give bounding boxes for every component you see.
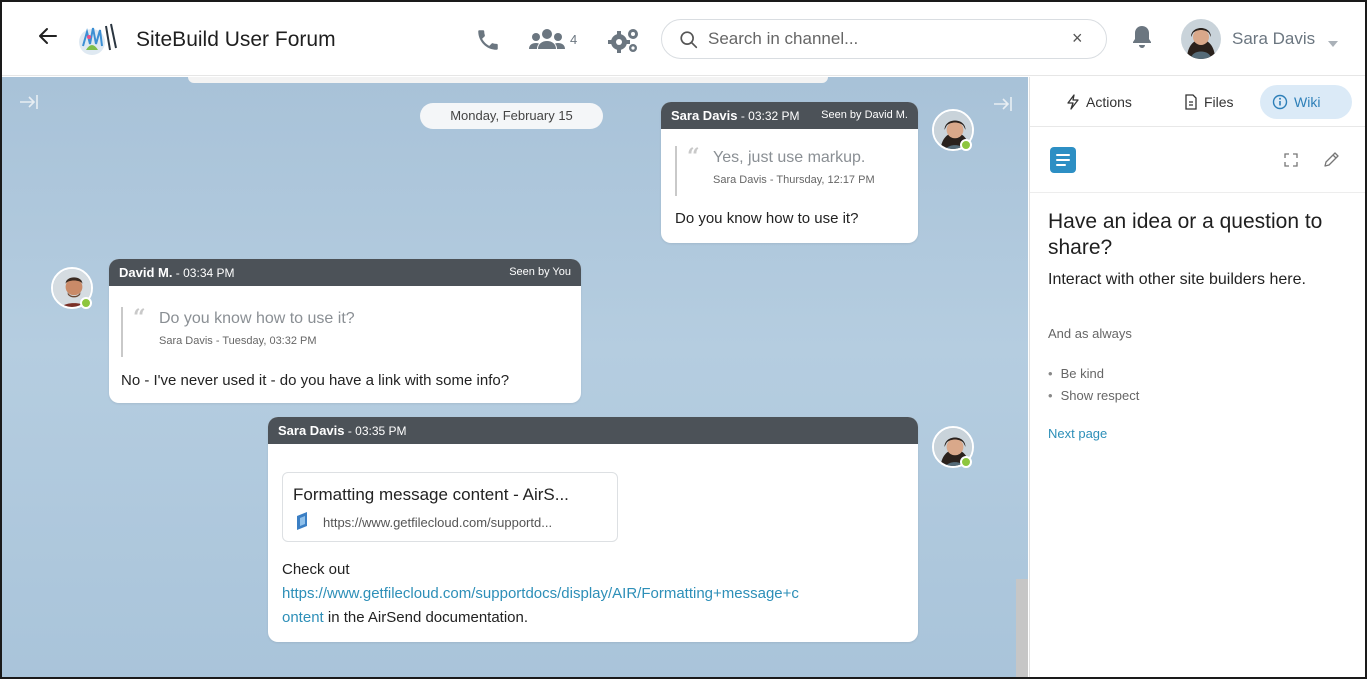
search-box: × bbox=[661, 19, 1107, 59]
wiki-note: And as always bbox=[1048, 326, 1132, 341]
message-link[interactable]: https://www.getfilecloud.com/supportdocs… bbox=[282, 585, 799, 602]
message-bubble[interactable]: David M. - 03:34 PM Seen by You “ Do you… bbox=[109, 259, 581, 403]
top-bar: SiteBuild User Forum 4 × bbox=[2, 2, 1365, 76]
previous-message-edge bbox=[188, 77, 828, 83]
app-window: SiteBuild User Forum 4 × bbox=[0, 0, 1367, 679]
bell-icon[interactable] bbox=[1130, 24, 1156, 52]
message-author: David M. bbox=[119, 265, 173, 280]
message-header: David M. - 03:34 PM Seen by You bbox=[109, 259, 581, 286]
info-icon bbox=[1272, 94, 1288, 110]
tab-actions[interactable]: Actions bbox=[1054, 85, 1144, 119]
document-icon[interactable] bbox=[1050, 147, 1076, 173]
members-count: 4 bbox=[570, 32, 578, 47]
tab-label: Actions bbox=[1086, 94, 1132, 110]
wiki-list: Be kind Show respect bbox=[1048, 363, 1140, 407]
online-indicator bbox=[80, 297, 92, 309]
message-text: in the AirSend documentation. bbox=[323, 609, 529, 626]
chevron-down-icon[interactable] bbox=[1328, 35, 1338, 47]
message-time: - 03:34 PM bbox=[172, 266, 235, 280]
clear-search-icon[interactable]: × bbox=[1072, 28, 1083, 49]
quoted-message: “ Do you know how to use it? Sara Davis … bbox=[121, 307, 521, 357]
back-arrow-icon[interactable] bbox=[36, 24, 66, 54]
wiki-toolbar bbox=[1030, 127, 1365, 193]
collapse-right-icon[interactable] bbox=[992, 95, 1014, 113]
seen-status: Seen by You bbox=[509, 266, 571, 278]
wiki-heading: Have an idea or a question to share? bbox=[1048, 210, 1323, 259]
message-link-line[interactable]: https://www.getfilecloud.com/supportdocs… bbox=[282, 585, 799, 602]
chat-area: Monday, February 15 Sara Davis - 03:32 P… bbox=[2, 77, 1028, 677]
message-text: Check out bbox=[282, 561, 350, 578]
tab-files[interactable]: Files bbox=[1172, 85, 1246, 119]
tab-wiki[interactable]: Wiki bbox=[1260, 85, 1352, 119]
seen-status: Seen by David M. bbox=[821, 109, 908, 121]
message-time: - 03:35 PM bbox=[344, 424, 407, 438]
message-text: Do you know how to use it? bbox=[675, 210, 859, 227]
pencil-icon[interactable] bbox=[1322, 151, 1340, 169]
quote-icon: “ bbox=[133, 305, 146, 331]
link-preview-title: Formatting message content - AirS... bbox=[293, 485, 569, 504]
file-icon bbox=[1185, 94, 1197, 110]
lightning-icon bbox=[1067, 94, 1079, 110]
expand-icon[interactable] bbox=[1284, 153, 1298, 167]
wiki-list-item: Show respect bbox=[1048, 385, 1140, 407]
date-separator: Monday, February 15 bbox=[420, 103, 603, 129]
panel-tabs: Actions Files Wiki bbox=[1030, 77, 1365, 127]
quote-text: Do you know how to use it? bbox=[159, 310, 355, 327]
link-preview-url: https://www.getfilecloud.com/supportd... bbox=[323, 515, 553, 530]
message-author: Sara Davis bbox=[671, 108, 738, 123]
wiki-paragraph: Interact with other site builders here. bbox=[1048, 271, 1306, 288]
message-text: No - I've never used it - do you have a … bbox=[121, 372, 510, 389]
online-indicator bbox=[960, 456, 972, 468]
tab-label: Files bbox=[1204, 94, 1234, 110]
message-author: Sara Davis bbox=[278, 423, 345, 438]
channel-title: SiteBuild User Forum bbox=[136, 28, 336, 51]
quote-meta: Sara Davis - Thursday, 12:17 PM bbox=[713, 174, 875, 186]
chat-scrollbar[interactable] bbox=[1016, 579, 1028, 677]
side-panel: Actions Files Wiki Have an idea or a que… bbox=[1029, 77, 1365, 677]
quoted-message: “ Yes, just use markup. Sara Davis - Thu… bbox=[675, 146, 905, 196]
filecloud-logo-icon bbox=[295, 512, 309, 530]
search-input[interactable] bbox=[708, 27, 1048, 51]
message-link-line[interactable]: ontent bbox=[282, 609, 324, 626]
next-page-link[interactable]: Next page bbox=[1048, 426, 1107, 441]
message-time: - 03:32 PM bbox=[737, 109, 800, 123]
settings-gears-icon[interactable] bbox=[606, 27, 640, 55]
message-header: Sara Davis - 03:35 PM bbox=[268, 417, 918, 444]
quote-meta: Sara Davis - Tuesday, 03:32 PM bbox=[159, 335, 317, 347]
quote-text: Yes, just use markup. bbox=[713, 149, 866, 166]
message-bubble[interactable]: Sara Davis - 03:32 PM Seen by David M. “… bbox=[661, 102, 918, 243]
wiki-list-item: Be kind bbox=[1048, 363, 1139, 385]
message-text-tail: ontent in the AirSend documentation. bbox=[282, 609, 528, 626]
tab-label: Wiki bbox=[1294, 94, 1321, 110]
phone-icon[interactable] bbox=[475, 27, 505, 55]
collapse-left-icon[interactable] bbox=[18, 93, 40, 111]
members-icon[interactable] bbox=[528, 27, 566, 55]
message-bubble[interactable]: Sara Davis - 03:35 PM Formatting message… bbox=[268, 417, 918, 642]
link-preview-card[interactable]: Formatting message content - AirS... htt… bbox=[282, 472, 618, 542]
message-header: Sara Davis - 03:32 PM Seen by David M. bbox=[661, 102, 918, 129]
online-indicator bbox=[960, 139, 972, 151]
quote-icon: “ bbox=[687, 144, 700, 170]
channel-logo bbox=[78, 20, 122, 60]
user-avatar[interactable] bbox=[1181, 19, 1221, 59]
search-icon bbox=[678, 29, 700, 51]
user-name[interactable]: Sara Davis bbox=[1232, 29, 1315, 49]
